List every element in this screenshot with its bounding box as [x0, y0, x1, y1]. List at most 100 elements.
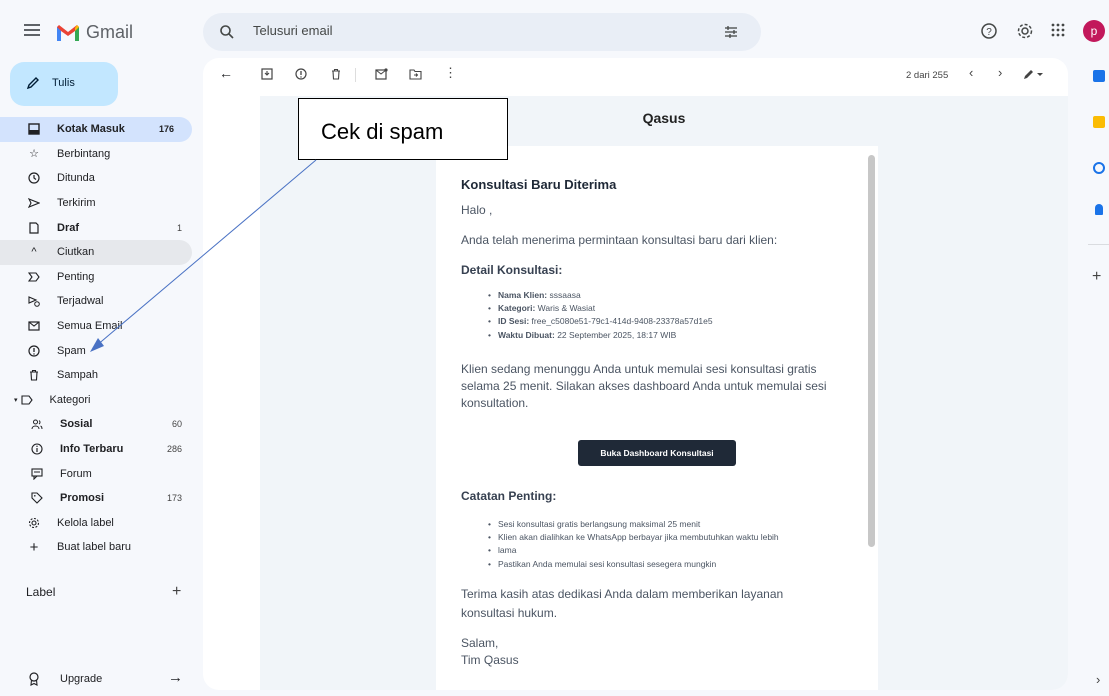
pencil-icon — [26, 77, 39, 90]
open-dashboard-button[interactable]: Buka Dashboard Konsultasi — [578, 440, 736, 466]
send-icon — [27, 196, 41, 210]
get-addons-plus-icon[interactable]: + — [1092, 268, 1101, 286]
upgrade-button[interactable]: Upgrade → — [0, 667, 196, 691]
sidebar-item-snoozed[interactable]: Ditunda — [0, 166, 196, 191]
list-item: Sesi konsultasi gratis berlangsung maksi… — [488, 518, 779, 531]
unread-count: 176 — [158, 124, 174, 135]
sidebar-item-starred[interactable]: ☆ Berbintang — [0, 142, 196, 167]
labels-heading: Label — [26, 585, 56, 599]
thanks-text-line-1: Terima kasih atas dedikasi Anda dalam me… — [461, 587, 784, 601]
thanks-text-line-2: konsultasi hukum. — [461, 606, 558, 620]
archive-icon[interactable] — [261, 68, 273, 80]
sidebar-item-label: Penting — [57, 270, 95, 283]
calendar-icon[interactable] — [1093, 70, 1105, 82]
sidebar-item-label: Sosial — [60, 418, 93, 431]
delete-icon[interactable] — [330, 68, 342, 80]
move-to-icon[interactable] — [409, 68, 422, 80]
promotions-count: 173 — [166, 493, 182, 504]
sidebar-item-label: Semua Email — [57, 320, 123, 333]
sidebar-item-scheduled[interactable]: Terjadwal — [0, 289, 196, 314]
newer-chevron-left-icon[interactable]: ‹ — [969, 65, 973, 80]
sidebar-item-sent[interactable]: Terkirim — [0, 191, 196, 216]
list-item: Nama Klien: sssaasa — [488, 289, 713, 302]
sidebar-item-label: Ditunda — [57, 172, 95, 185]
intro-text: Anda telah menerima permintaan konsultas… — [461, 233, 778, 247]
side-panel-divider — [1088, 244, 1109, 245]
detail-list: Nama Klien: sssaasa Kategori: Waris & Wa… — [488, 289, 713, 342]
main-menu-icon[interactable] — [24, 24, 40, 36]
sidebar-item-spam[interactable]: Spam — [0, 338, 196, 363]
compose-button[interactable]: Tulis — [10, 62, 118, 106]
notes-heading: Catatan Penting: — [461, 489, 557, 503]
label-outline-icon — [20, 393, 34, 407]
tasks-icon[interactable] — [1093, 162, 1105, 174]
star-icon: ☆ — [29, 148, 39, 161]
arrow-right-icon: → — [168, 669, 183, 686]
sidebar-item-create-label[interactable]: + Buat label baru — [0, 535, 196, 560]
greeting-text: Halo , — [461, 203, 493, 217]
sidebar-item-categories[interactable]: ▾ Kategori — [0, 388, 196, 413]
draft-count: 1 — [176, 222, 182, 233]
email-content-card: Konsultasi Baru Diterima Halo , Anda tel… — [436, 146, 878, 690]
settings-gear-icon — [27, 516, 41, 530]
older-chevron-right-icon[interactable]: › — [998, 65, 1002, 80]
list-item: Waktu Dibuat: 22 September 2025, 18:17 W… — [488, 329, 713, 342]
sidebar-item-label: Berbintang — [57, 147, 111, 160]
chevron-up-icon: ^ — [31, 246, 37, 259]
list-item: Pastikan Anda memulai sesi konsultasi se… — [488, 558, 779, 571]
annotation-text: Cek di spam — [321, 119, 444, 144]
sidebar-item-updates[interactable]: Info Terbaru 286 — [0, 437, 196, 462]
forum-icon — [30, 467, 44, 481]
signoff-text: Salam, — [461, 636, 499, 650]
search-bar[interactable] — [203, 13, 761, 51]
list-item: Kategori: Waris & Wasiat — [488, 302, 713, 315]
back-arrow-icon[interactable]: ← — [219, 65, 233, 81]
social-count: 60 — [171, 419, 182, 430]
sidebar-item-inbox[interactable]: Kotak Masuk 176 — [0, 117, 192, 142]
gmail-m-icon — [57, 24, 79, 41]
settings-gear-icon[interactable] — [1016, 22, 1034, 40]
sidebar-item-label: Draf — [57, 221, 80, 234]
sidebar-item-social[interactable]: Sosial 60 — [0, 412, 196, 437]
sidebar-item-trash[interactable]: Sampah — [0, 363, 196, 388]
sidebar-item-label: Kategori — [49, 393, 91, 406]
detail-heading: Detail Konsultasi: — [461, 263, 563, 277]
more-options-icon[interactable]: ⋮ — [444, 65, 457, 81]
side-panel: + › — [1088, 60, 1109, 696]
sidebar-item-label: Promosi — [60, 492, 105, 505]
account-avatar[interactable]: p — [1083, 20, 1105, 42]
sidebar-item-promotions[interactable]: Promosi 173 — [0, 486, 196, 511]
scrollbar-thumb[interactable] — [868, 155, 875, 547]
add-label-icon[interactable]: + — [172, 583, 181, 601]
sidebar-item-collapse[interactable]: ^ Ciutkan — [0, 239, 192, 265]
waiting-text-line-2: selama 25 menit. Silakan akses dashboard… — [461, 379, 827, 393]
list-item: ID Sesi: free_c5080e51-79c1-414d-9408-23… — [488, 315, 713, 328]
email-toolbar: ← ⋮ 2 dari 255 ‹ › — [203, 58, 1068, 94]
gmail-logo[interactable]: Gmail — [56, 22, 133, 43]
search-options-icon[interactable] — [723, 24, 739, 40]
sidebar-item-manage-labels[interactable]: Kelola label — [0, 511, 196, 536]
report-spam-icon[interactable] — [295, 68, 307, 80]
signature-text: Tim Qasus — [461, 653, 519, 667]
scheduled-send-icon — [27, 294, 41, 308]
mark-unread-icon[interactable] — [375, 68, 388, 80]
sidebar-item-important[interactable]: Penting — [0, 265, 196, 290]
search-input[interactable] — [253, 23, 653, 38]
email-body-container: Qasus Konsultasi Baru Diterima Halo , An… — [260, 96, 1068, 690]
sidebar-item-forums[interactable]: Forum — [0, 461, 196, 486]
contacts-icon[interactable] — [1095, 204, 1103, 215]
expand-chevron-right-icon[interactable]: › — [1096, 672, 1100, 687]
upgrade-label: Upgrade — [60, 673, 103, 685]
clock-icon — [27, 171, 41, 185]
help-icon[interactable]: ? — [980, 22, 998, 40]
sidebar-item-drafts[interactable]: Draf 1 — [0, 215, 196, 240]
keep-icon[interactable] — [1093, 116, 1105, 128]
search-icon[interactable] — [219, 24, 235, 40]
upgrade-badge-icon — [29, 672, 39, 686]
sidebar-item-all-mail[interactable]: Semua Email — [0, 314, 196, 339]
plus-icon: + — [29, 538, 39, 556]
pagination-text: 2 dari 255 — [906, 70, 949, 81]
sidebar-item-label: Kotak Masuk — [57, 123, 125, 136]
input-tools-pencil-icon[interactable] — [1023, 68, 1043, 80]
apps-grid-icon[interactable] — [1050, 22, 1066, 38]
